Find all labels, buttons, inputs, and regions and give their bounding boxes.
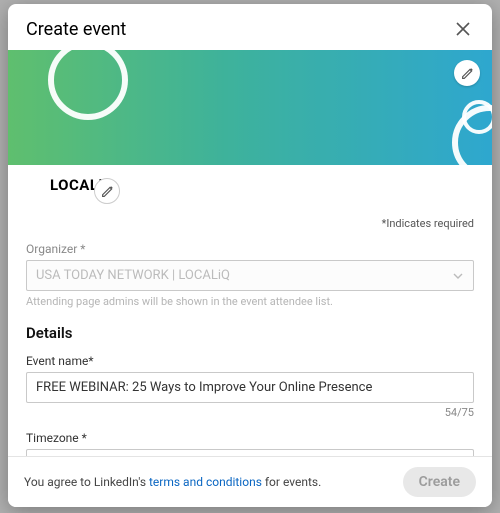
event-name-counter: 54/75 (26, 406, 474, 419)
edit-banner-button[interactable] (454, 60, 480, 86)
logo-area: LOCALiQ (26, 165, 474, 213)
banner-decor-circle (48, 50, 128, 120)
agree-text: You agree to LinkedIn's terms and condit… (24, 475, 321, 489)
modal-title: Create event (26, 19, 126, 40)
organizer-hint: Attending page admins will be shown in t… (26, 295, 474, 308)
details-heading: Details (26, 324, 474, 342)
organizer-value: USA TODAY NETWORK | LOCALiQ (36, 268, 230, 283)
event-name-label: Event name* (26, 354, 474, 368)
edit-logo-button[interactable] (94, 178, 120, 204)
pencil-icon (461, 67, 474, 80)
close-icon (455, 21, 471, 37)
organizer-logo: LOCALiQ (44, 165, 136, 202)
required-note: *Indicates required (26, 217, 474, 230)
timezone-label: Timezone * (26, 431, 474, 445)
organizer-label: Organizer * (26, 242, 474, 256)
chevron-down-icon (453, 273, 463, 279)
event-name-input[interactable] (26, 372, 474, 403)
create-button[interactable]: Create (403, 467, 476, 497)
modal-footer: You agree to LinkedIn's terms and condit… (8, 456, 492, 507)
pencil-icon (101, 185, 114, 198)
modal-header: Create event (8, 4, 492, 50)
terms-link[interactable]: terms and conditions (149, 475, 262, 489)
create-event-modal: Create event LOCALiQ *Indicates required… (8, 4, 492, 507)
banner-decor-circle (462, 100, 492, 134)
banner-image (8, 50, 492, 165)
organizer-select[interactable]: USA TODAY NETWORK | LOCALiQ (26, 260, 474, 291)
timezone-select[interactable]: (UTC-04:00) Eastern Time (US and Canada) (26, 449, 474, 456)
modal-body[interactable]: LOCALiQ *Indicates required Organizer * … (8, 165, 492, 456)
close-button[interactable] (452, 18, 474, 40)
